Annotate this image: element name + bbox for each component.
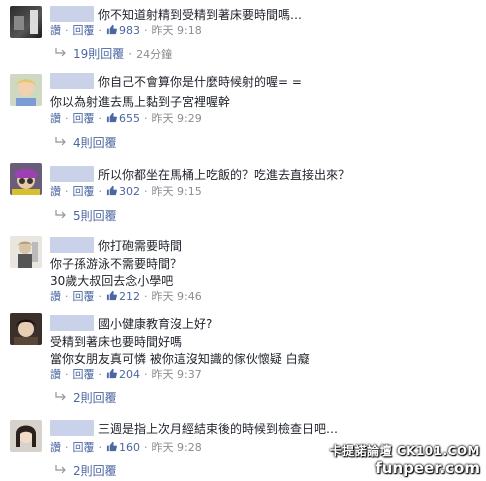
replies-count[interactable]: 19則回覆 bbox=[73, 47, 124, 61]
reply-link[interactable]: 回覆 bbox=[73, 441, 95, 454]
thumbs-up-icon bbox=[106, 24, 117, 35]
comment-time[interactable]: 昨天 9:29 bbox=[152, 112, 202, 125]
like-count[interactable]: 212 bbox=[119, 290, 140, 303]
thumbs-up-icon bbox=[106, 368, 117, 379]
avatar[interactable] bbox=[10, 420, 42, 452]
replies-count[interactable]: 4則回覆 bbox=[73, 136, 117, 150]
avatar-image bbox=[12, 169, 40, 195]
like-count[interactable]: 160 bbox=[119, 441, 140, 454]
comment-text: 你打砲需要時間 bbox=[98, 239, 183, 253]
replies-time: 24分鐘 bbox=[136, 48, 173, 61]
like-link[interactable]: 讚 bbox=[50, 24, 61, 37]
commenter-name-redacted[interactable] bbox=[50, 166, 94, 182]
comment-text: 當你女朋友真可憐 被你這沒知識的傢伙懷疑 白癡 bbox=[50, 352, 310, 366]
commenter-name-redacted[interactable] bbox=[50, 73, 94, 89]
comment-text: 30歲大叔回去念小學吧 bbox=[50, 274, 174, 288]
comment-actions: 讚 · 回覆 · 655 · 昨天 9:29 bbox=[50, 112, 202, 125]
comment-text: 三週是指上次月經結束後的時候到檢查日吧… bbox=[98, 422, 339, 436]
commenter-name-redacted[interactable] bbox=[50, 237, 94, 253]
comment-actions: 讚 · 回覆 · 160 · 昨天 9:28 bbox=[50, 441, 202, 454]
like-link[interactable]: 讚 bbox=[50, 112, 61, 125]
avatar-image bbox=[16, 425, 36, 447]
thumbs-up-icon bbox=[106, 290, 117, 301]
comment-actions: 讚 · 回覆 · 204 · 昨天 9:37 bbox=[50, 368, 202, 381]
like-count[interactable]: 655 bbox=[119, 112, 140, 125]
watermark-site: 卡提諾論壇 CK101.COM bbox=[329, 444, 480, 458]
thumbs-up-icon bbox=[106, 441, 117, 452]
reply-link[interactable]: 回覆 bbox=[73, 185, 95, 198]
comment-time[interactable]: 昨天 9:37 bbox=[152, 368, 202, 381]
reply-link[interactable]: 回覆 bbox=[73, 368, 95, 381]
avatar-image bbox=[18, 241, 38, 268]
reply-link[interactable]: 回覆 bbox=[73, 24, 95, 37]
view-replies[interactable]: 2則回覆 bbox=[55, 390, 117, 406]
avatar[interactable] bbox=[10, 313, 42, 345]
watermark-domain: funpeer.com bbox=[375, 459, 480, 477]
reply-arrow-icon bbox=[55, 48, 66, 57]
comment-text: 你自己不會算你是什麼時候射的喔= = bbox=[98, 75, 302, 89]
comment-time[interactable]: 昨天 9:46 bbox=[152, 290, 202, 303]
like-link[interactable]: 讚 bbox=[50, 441, 61, 454]
comment-actions: 讚 · 回覆 · 983 · 昨天 9:18 bbox=[50, 24, 202, 37]
avatar[interactable] bbox=[10, 236, 42, 268]
commenter-name-redacted[interactable] bbox=[50, 420, 94, 436]
avatar-image bbox=[14, 10, 38, 34]
commenter-name-redacted[interactable] bbox=[50, 315, 94, 331]
comment-text: 你不知道射精到受精到著床要時間嗎… bbox=[98, 8, 303, 22]
like-link[interactable]: 讚 bbox=[50, 290, 61, 303]
like-count[interactable]: 204 bbox=[119, 368, 140, 381]
like-link[interactable]: 讚 bbox=[50, 185, 61, 198]
comment-time[interactable]: 昨天 9:28 bbox=[152, 441, 202, 454]
watermark: 卡提諾論壇 CK101.COM funpeer.com bbox=[330, 442, 480, 477]
reply-arrow-icon bbox=[55, 465, 66, 474]
replies-count[interactable]: 2則回覆 bbox=[73, 464, 117, 478]
view-replies[interactable]: 19則回覆 · 24分鐘 bbox=[55, 46, 172, 62]
reply-arrow-icon bbox=[55, 392, 66, 401]
reply-link[interactable]: 回覆 bbox=[73, 290, 95, 303]
thumbs-up-icon bbox=[106, 112, 117, 123]
replies-count[interactable]: 5則回覆 bbox=[73, 209, 117, 223]
comment-text: 受精到著床也要時間好嗎 bbox=[50, 335, 183, 349]
like-link[interactable]: 讚 bbox=[50, 368, 61, 381]
like-count[interactable]: 983 bbox=[119, 24, 140, 37]
comment-time[interactable]: 昨天 9:18 bbox=[152, 24, 202, 37]
avatar[interactable] bbox=[10, 74, 42, 106]
avatar-image bbox=[16, 79, 36, 106]
replies-count[interactable]: 2則回覆 bbox=[73, 391, 117, 405]
comment-time[interactable]: 昨天 9:15 bbox=[152, 185, 202, 198]
avatar[interactable] bbox=[10, 6, 42, 38]
avatar-image bbox=[14, 319, 38, 345]
comment-text: 國小健康教育沒上好? bbox=[98, 317, 213, 331]
view-replies[interactable]: 5則回覆 bbox=[55, 208, 117, 224]
comment-text: 你子孫游泳不需要時間？ bbox=[50, 257, 183, 271]
comment-text: 你以為射進去馬上黏到子宮裡喔幹 bbox=[50, 95, 231, 109]
thumbs-up-icon bbox=[106, 185, 117, 196]
comment-actions: 讚 · 回覆 · 302 · 昨天 9:15 bbox=[50, 185, 202, 198]
view-replies[interactable]: 2則回覆 bbox=[55, 463, 117, 479]
comment-text: 所以你都坐在馬桶上吃飯的？吃進去直接出來？ bbox=[98, 168, 351, 182]
avatar[interactable] bbox=[10, 163, 42, 195]
like-count[interactable]: 302 bbox=[119, 185, 140, 198]
reply-link[interactable]: 回覆 bbox=[73, 112, 95, 125]
commenter-name-redacted[interactable] bbox=[50, 6, 94, 22]
view-replies[interactable]: 4則回覆 bbox=[55, 135, 117, 151]
reply-arrow-icon bbox=[55, 137, 66, 146]
comment-actions: 讚 · 回覆 · 212 · 昨天 9:46 bbox=[50, 290, 202, 303]
reply-arrow-icon bbox=[55, 210, 66, 219]
